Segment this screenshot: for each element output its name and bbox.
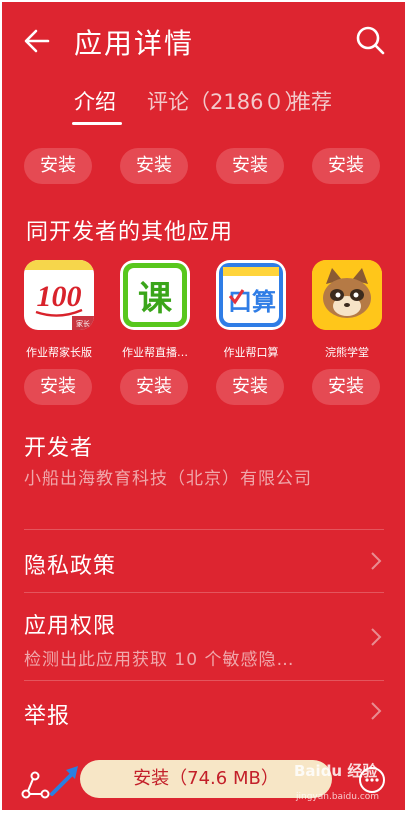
developer-label: 开发者: [24, 436, 94, 461]
install-button[interactable]: 安装: [312, 148, 380, 184]
app-permissions-summary: 检测出此应用获取 10 个敏感隐…: [24, 650, 295, 670]
app-name: 作业帮直播…: [122, 346, 188, 359]
install-button[interactable]: 安装: [24, 148, 92, 184]
privacy-policy-label: 隐私政策: [24, 554, 117, 579]
search-icon[interactable]: [354, 24, 386, 56]
install-button[interactable]: 安装: [216, 148, 284, 184]
install-button[interactable]: 安装: [216, 369, 284, 405]
developer-name: 小船出海教育科技（北京）有限公司: [24, 469, 312, 489]
app-icon-zuoyebang-live[interactable]: 课: [120, 260, 190, 330]
svg-text:课: 课: [138, 279, 173, 319]
active-tab-indicator: [72, 122, 122, 125]
app-permissions-label: 应用权限: [24, 614, 117, 639]
svg-text:100: 100: [37, 280, 82, 313]
divider: [24, 529, 384, 530]
page-title: 应用详情: [74, 27, 195, 60]
app-name: 作业帮家长版: [26, 346, 92, 359]
report-label: 举报: [24, 704, 71, 729]
app-name: 浣熊学堂: [325, 346, 369, 359]
chevron-right-icon: [371, 628, 382, 646]
section-title-same-developer: 同开发者的其他应用: [26, 220, 234, 245]
tab-reviews[interactable]: 评论（2186０）: [147, 86, 305, 116]
score-100-icon: 100 家长: [24, 260, 94, 330]
divider: [24, 592, 384, 593]
back-arrow-icon[interactable]: [22, 26, 52, 56]
baidu-watermark: Baidu 经验: [294, 762, 378, 780]
app-icon-raccoon-school[interactable]: [312, 260, 382, 330]
chevron-right-icon: [371, 552, 382, 570]
tab-bar: 介绍 评论（2186０） 推荐: [2, 86, 405, 126]
tab-intro[interactable]: 介绍: [74, 86, 116, 116]
annotation-arrow-icon: [50, 766, 78, 796]
divider: [24, 680, 384, 681]
install-button[interactable]: 安装: [120, 369, 188, 405]
app-icon-zuoyebang-kousuan[interactable]: 口算: [216, 260, 286, 330]
kousuan-icon: 口算: [219, 263, 283, 327]
baidu-watermark-url: jingyan.baidu.com: [296, 792, 380, 802]
app-name: 作业帮口算: [223, 346, 279, 359]
course-icon: 课: [123, 263, 187, 327]
install-button[interactable]: 安装: [120, 148, 188, 184]
chevron-right-icon: [371, 702, 382, 720]
tab-recommend[interactable]: 推荐: [290, 86, 332, 116]
share-icon[interactable]: [20, 770, 50, 800]
raccoon-icon: [312, 260, 382, 330]
install-button[interactable]: 安装: [24, 369, 92, 405]
app-details-screen: 应用详情 介绍 评论（2186０） 推荐 安装 安装 安装 安装 同开发者的其他…: [2, 2, 405, 810]
header: 应用详情: [2, 2, 405, 74]
app-icon-zuoyebang-parent[interactable]: 100 家长: [24, 260, 94, 330]
svg-text:家长: 家长: [76, 319, 90, 328]
install-button[interactable]: 安装: [312, 369, 380, 405]
